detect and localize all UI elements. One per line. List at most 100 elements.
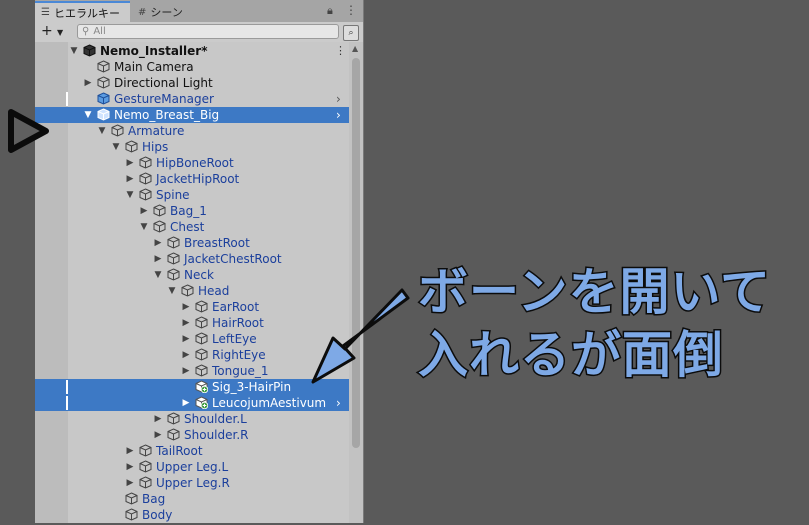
expand-arrow-closed-icon[interactable]: ▶ bbox=[153, 235, 163, 251]
annotation-line-1: ボーンを開いて bbox=[417, 262, 772, 323]
expand-arrow-closed-icon[interactable]: ▶ bbox=[125, 475, 135, 491]
tree-row[interactable]: ▶ HipBoneRoot bbox=[35, 155, 349, 171]
row-marker bbox=[66, 396, 68, 410]
gameobject-icon bbox=[139, 172, 152, 185]
tree-row-label: BreastRoot bbox=[184, 236, 250, 250]
gameobject-icon bbox=[139, 460, 152, 473]
chevron-down-icon: ▼ bbox=[57, 28, 64, 37]
gameobject-icon bbox=[139, 444, 152, 457]
tab-hierarchy[interactable]: ☰ ヒエラルキー bbox=[35, 1, 130, 22]
gameobject-icon bbox=[111, 124, 124, 137]
tree-row[interactable]: ▼ Nemo_Installer* ⋮ bbox=[35, 43, 349, 59]
expand-arrow-closed-icon[interactable]: ▶ bbox=[153, 427, 163, 443]
expand-arrow-closed-icon[interactable]: ▶ bbox=[181, 395, 191, 411]
tree-row[interactable]: ▶ LeucojumAestivum › bbox=[35, 395, 349, 411]
tree-row[interactable]: Bag bbox=[35, 491, 349, 507]
tree-row[interactable]: Main Camera bbox=[35, 59, 349, 75]
expand-arrow-open-icon[interactable]: ▼ bbox=[125, 187, 135, 203]
tree-row-label: Directional Light bbox=[114, 76, 213, 90]
tree-row[interactable]: ▶ RightEye bbox=[35, 347, 349, 363]
expand-arrow-closed-icon[interactable]: ▶ bbox=[181, 331, 191, 347]
tree-row[interactable]: ▶ EarRoot bbox=[35, 299, 349, 315]
expand-arrow-closed-icon[interactable]: ▶ bbox=[153, 411, 163, 427]
gameobject-icon bbox=[125, 492, 138, 505]
expand-arrow-closed-icon[interactable]: ▶ bbox=[153, 251, 163, 267]
tree-row-label: Armature bbox=[128, 124, 185, 138]
expand-arrow-open-icon[interactable]: ▼ bbox=[111, 139, 121, 155]
added-object-icon bbox=[195, 380, 209, 394]
tree-row-label: Bag_1 bbox=[170, 204, 207, 218]
tree-row-label: RightEye bbox=[212, 348, 266, 362]
tree-row[interactable]: ▶ Bag_1 bbox=[35, 203, 349, 219]
tree-row[interactable]: ▶ JacketChestRoot bbox=[35, 251, 349, 267]
tree-row[interactable]: ▶ Upper Leg.R bbox=[35, 475, 349, 491]
gameobject-icon bbox=[97, 76, 110, 89]
search-by-type-button[interactable]: ⌕ bbox=[343, 25, 359, 41]
expand-arrow-closed-icon[interactable]: ▶ bbox=[125, 459, 135, 475]
lock-icon[interactable]: 🔒︎ bbox=[327, 4, 333, 18]
expand-arrow-closed-icon[interactable]: ▶ bbox=[181, 299, 191, 315]
tree-row[interactable]: ▶ BreastRoot bbox=[35, 235, 349, 251]
tree-row-label: Shoulder.L bbox=[184, 412, 247, 426]
expand-arrow-open-icon[interactable]: ▼ bbox=[83, 107, 93, 123]
tree-row[interactable]: ▶ Tongue_1 bbox=[35, 363, 349, 379]
tree-row[interactable]: ▼ Nemo_Breast_Big › bbox=[35, 107, 349, 123]
tree-row-label: Chest bbox=[170, 220, 205, 234]
gameobject-icon bbox=[167, 252, 180, 265]
tree-row-label: Bag bbox=[142, 492, 166, 506]
open-prefab-icon[interactable]: › bbox=[336, 107, 341, 123]
expand-arrow-open-icon[interactable]: ▼ bbox=[139, 219, 149, 235]
expand-arrow-closed-icon[interactable]: ▶ bbox=[181, 347, 191, 363]
tree-row-label: Main Camera bbox=[114, 60, 194, 74]
tree-row[interactable]: Body bbox=[35, 507, 349, 523]
tree-row[interactable]: ▶ Shoulder.R bbox=[35, 427, 349, 443]
pointer-arrow-icon bbox=[311, 288, 410, 384]
annotation-line-2: 入れるが面倒 bbox=[417, 325, 725, 386]
gameobject-icon bbox=[139, 188, 152, 201]
scene-menu-icon[interactable]: ⋮ bbox=[335, 43, 346, 59]
tree-row[interactable]: ▶ LeftEye bbox=[35, 331, 349, 347]
tree-row[interactable]: ▶ JacketHipRoot bbox=[35, 171, 349, 187]
gameobject-icon bbox=[195, 364, 208, 377]
open-prefab-icon[interactable]: › bbox=[336, 91, 341, 107]
search-input[interactable]: ⚲ All bbox=[77, 24, 339, 39]
tree-row[interactable]: ▼ Neck bbox=[35, 267, 349, 283]
expand-arrow-closed-icon[interactable]: ▶ bbox=[139, 203, 149, 219]
open-prefab-icon[interactable]: › bbox=[336, 395, 341, 411]
expand-arrow-open-icon[interactable]: ▼ bbox=[97, 123, 107, 139]
tree-row[interactable]: GestureManager › bbox=[35, 91, 349, 107]
expand-arrow-closed-icon[interactable]: ▶ bbox=[181, 363, 191, 379]
expand-arrow-open-icon[interactable]: ▼ bbox=[69, 43, 79, 59]
tree-row[interactable]: ▶ Shoulder.L bbox=[35, 411, 349, 427]
tree-row[interactable]: ▶ Directional Light bbox=[35, 75, 349, 91]
expand-arrow-open-icon[interactable]: ▼ bbox=[153, 267, 163, 283]
scrollbar-thumb[interactable] bbox=[352, 58, 360, 448]
tree-row[interactable]: ▶ TailRoot bbox=[35, 443, 349, 459]
expand-arrow-closed-icon[interactable]: ▶ bbox=[181, 315, 191, 331]
scroll-up-icon[interactable]: ▲ bbox=[352, 44, 358, 53]
expand-arrow-closed-icon[interactable]: ▶ bbox=[125, 171, 135, 187]
tree-row[interactable]: Sig_3-HairPin bbox=[35, 379, 349, 395]
gameobject-icon bbox=[167, 428, 180, 441]
expand-arrow-closed-icon[interactable]: ▶ bbox=[83, 75, 93, 91]
tree-row[interactable]: ▼ Head bbox=[35, 283, 349, 299]
tree-row[interactable]: ▶ HairRoot bbox=[35, 315, 349, 331]
expand-arrow-open-icon[interactable]: ▼ bbox=[167, 283, 177, 299]
tree-row[interactable]: ▼ Armature bbox=[35, 123, 349, 139]
tree-row[interactable]: ▼ Spine bbox=[35, 187, 349, 203]
add-button[interactable]: + ▼ bbox=[41, 23, 69, 41]
tab-scene-label: シーン bbox=[150, 6, 183, 19]
row-marker bbox=[66, 380, 68, 394]
tree-row-label: JacketHipRoot bbox=[156, 172, 240, 186]
tree-row[interactable]: ▶ Upper Leg.L bbox=[35, 459, 349, 475]
gameobject-icon bbox=[195, 300, 208, 313]
search-placeholder: All bbox=[93, 26, 106, 37]
tree-row[interactable]: ▼ Hips bbox=[35, 139, 349, 155]
tree-row-label: Sig_3-HairPin bbox=[212, 380, 292, 394]
tree-row[interactable]: ▼ Chest bbox=[35, 219, 349, 235]
kebab-menu-icon[interactable]: ⋮ bbox=[345, 3, 357, 17]
expand-arrow-closed-icon[interactable]: ▶ bbox=[125, 443, 135, 459]
gameobject-icon bbox=[125, 508, 138, 521]
expand-arrow-closed-icon[interactable]: ▶ bbox=[125, 155, 135, 171]
tab-scene[interactable]: # シーン bbox=[132, 2, 212, 22]
